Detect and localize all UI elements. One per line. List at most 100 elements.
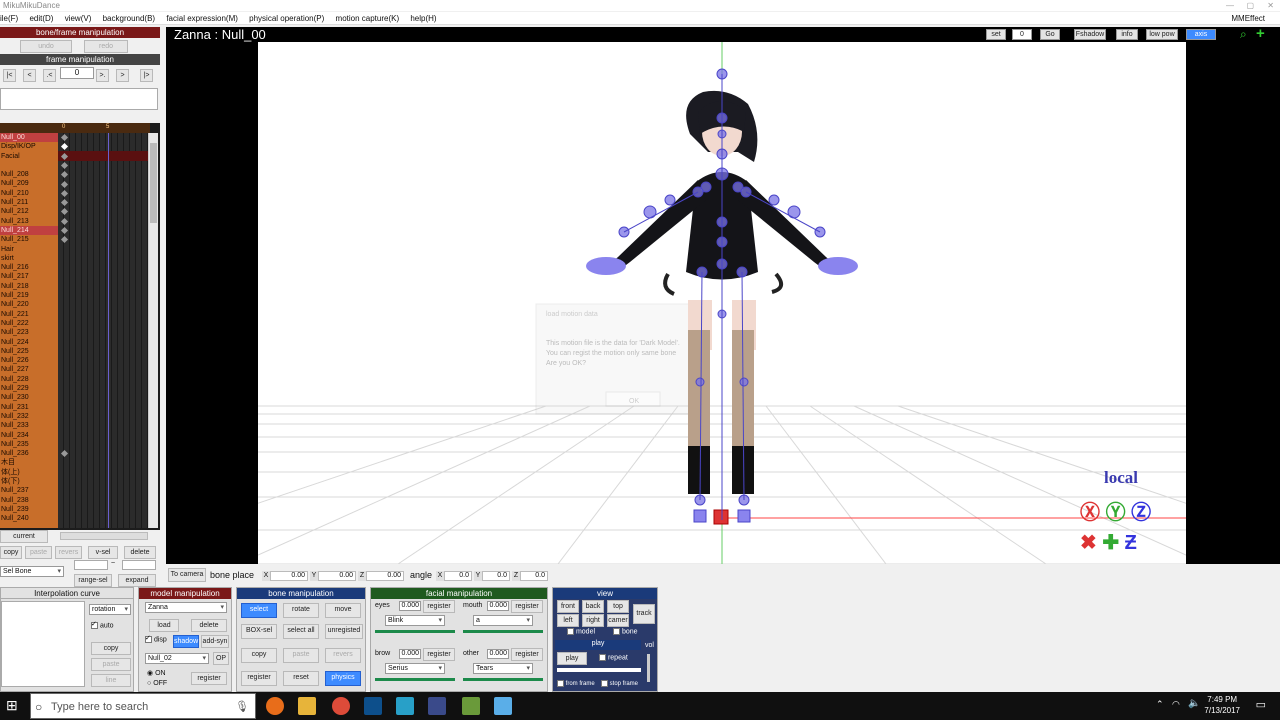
keyframe-marker[interactable] [60,208,69,216]
last-frame-button[interactable]: |> [140,69,153,82]
angle-z-input[interactable]: 0.0 [520,571,548,581]
track-row[interactable]: Null_208 [0,170,58,179]
range-sel-button[interactable]: range-sel [74,574,112,587]
brow-value-input[interactable]: 0.000 [399,649,421,659]
stop-frame-checkbox[interactable] [601,680,608,687]
track-row[interactable]: Null_238 [0,496,58,505]
track-row[interactable]: Null_234 [0,431,58,440]
eyes-value-input[interactable]: 0.000 [399,601,421,611]
first-frame-button[interactable]: |< [3,69,16,82]
frame-goto-input[interactable]: 0 [1012,29,1032,40]
brow-morph-select[interactable]: Serius [385,663,445,674]
interpolation-select[interactable]: rotation [89,604,131,615]
bone-select[interactable]: Null_02 [145,653,209,664]
bone-paste-button[interactable]: paste [283,648,319,663]
paste-frame-button[interactable]: paste [25,546,52,559]
track-row[interactable]: Null_209 [0,179,58,188]
viewport-stage[interactable]: load motion data This motion file is the… [258,42,1186,564]
keyframe-marker[interactable] [60,199,69,207]
local-z-move-icon[interactable]: Ƶ [1125,532,1137,554]
menu-file[interactable]: ile(F) [0,12,18,25]
frame-number-input[interactable]: 0 [60,67,94,79]
keyframe-marker[interactable] [60,161,69,169]
track-row[interactable]: Null_240 [0,514,58,523]
low-pow-button[interactable]: low pow [1146,29,1178,40]
3d-viewport[interactable]: load motion data This motion file is the… [166,42,1280,564]
bone-copy-button[interactable]: copy [241,648,277,663]
other-morph-select[interactable]: Tears [473,663,533,674]
copy-frame-button[interactable]: copy [0,546,22,559]
view-top-button[interactable]: top [607,600,629,613]
interpolation-curve-canvas[interactable] [1,601,85,687]
keyframe-marker[interactable] [60,180,69,188]
shadow-button[interactable]: shadow [173,635,199,648]
file-explorer-icon[interactable] [298,697,316,715]
other-slider[interactable] [463,678,543,681]
load-button[interactable]: load [149,619,179,632]
range-from-input[interactable] [74,560,108,570]
track-row[interactable]: Null_235 [0,440,58,449]
track-list[interactable]: Null_00 Disp/IK/OP Facial Null_208 Null_209 N… [0,133,58,528]
track-row[interactable]: Null_216 [0,263,58,272]
minimize-icon[interactable]: — [1226,0,1234,11]
track-row[interactable]: Null_210 [0,189,58,198]
menu-mmeffect[interactable]: MMEffect [1231,12,1265,25]
track-row[interactable]: 体(下) [0,477,58,486]
track-row[interactable]: Null_229 [0,384,58,393]
track-row[interactable]: Null_213 [0,217,58,226]
track-row[interactable]: Null_230 [0,393,58,402]
search-icon[interactable]: ⌕ [1240,27,1247,42]
track-row[interactable]: Null_223 [0,328,58,337]
set-button[interactable]: set [986,29,1006,40]
keyframe-marker[interactable] [60,133,69,142]
mouth-slider[interactable] [463,630,543,633]
info-button[interactable]: info [1116,29,1138,40]
track-row[interactable]: Null_228 [0,375,58,384]
repeat-checkbox[interactable] [599,654,606,661]
app-icon-4[interactable] [462,697,480,715]
brow-slider[interactable] [375,678,455,681]
keyframe-marker[interactable] [60,226,69,235]
track-row[interactable]: skirt [0,254,58,263]
timeline[interactable]: 0 5 Null_00 Disp/IK/OP Facial Null_208 Null_… [0,123,160,530]
show-model-checkbox[interactable] [567,628,574,635]
bone-y-input[interactable]: 0.00 [318,571,356,581]
angle-y-input[interactable]: 0.0 [482,571,510,581]
bone-x-input[interactable]: 0.00 [270,571,308,581]
eyes-slider[interactable] [375,630,455,633]
track-row[interactable]: Null_225 [0,347,58,356]
network-icon[interactable]: ◠ [1172,699,1180,710]
play-button[interactable]: play [557,652,587,665]
taskbar-clock[interactable]: 7:49 PM 7/13/2017 [1204,694,1240,716]
track-row[interactable]: 体(上) [0,468,58,477]
add-syn-button[interactable]: add-syn [201,635,229,648]
view-camera-button[interactable]: camer [607,614,629,627]
close-icon[interactable]: ✕ [1267,0,1274,11]
local-x-move-icon[interactable]: ✖ [1080,532,1097,554]
keyframe-grid[interactable] [58,133,148,528]
auto-checkbox[interactable] [91,622,98,629]
model-register-button[interactable]: register [191,672,227,685]
brow-register-button[interactable]: register [423,648,455,661]
keyframe-marker[interactable] [60,143,69,151]
taskbar-search-input[interactable]: ○ Type here to search 🎙 [30,693,256,719]
menu-motion-capture[interactable]: motion capture(K) [336,12,400,25]
eyes-morph-select[interactable]: Blink [385,615,445,626]
add-icon[interactable]: + [1256,25,1265,42]
menu-view[interactable]: view(V) [65,12,92,25]
local-z-rotate-icon[interactable]: Ⓩ [1131,502,1151,524]
play-range-slider[interactable] [557,668,641,672]
firefox-icon[interactable] [266,697,284,715]
current-button[interactable]: current [0,530,48,543]
delete-frame-button[interactable]: delete [124,546,156,559]
windows-start-icon[interactable]: ⊞ [6,697,18,714]
op-button[interactable]: OP [213,652,229,665]
other-register-button[interactable]: register [511,648,543,661]
angle-x-input[interactable]: 0.0 [444,571,472,581]
physics-button[interactable]: physics [325,671,361,686]
mmd-taskbar-icon[interactable] [494,697,512,715]
app-icon-3[interactable] [428,697,446,715]
local-y-move-icon[interactable]: ✚ [1102,532,1119,554]
rotate-button[interactable]: rotate [283,603,319,618]
track-row[interactable]: Null_224 [0,338,58,347]
